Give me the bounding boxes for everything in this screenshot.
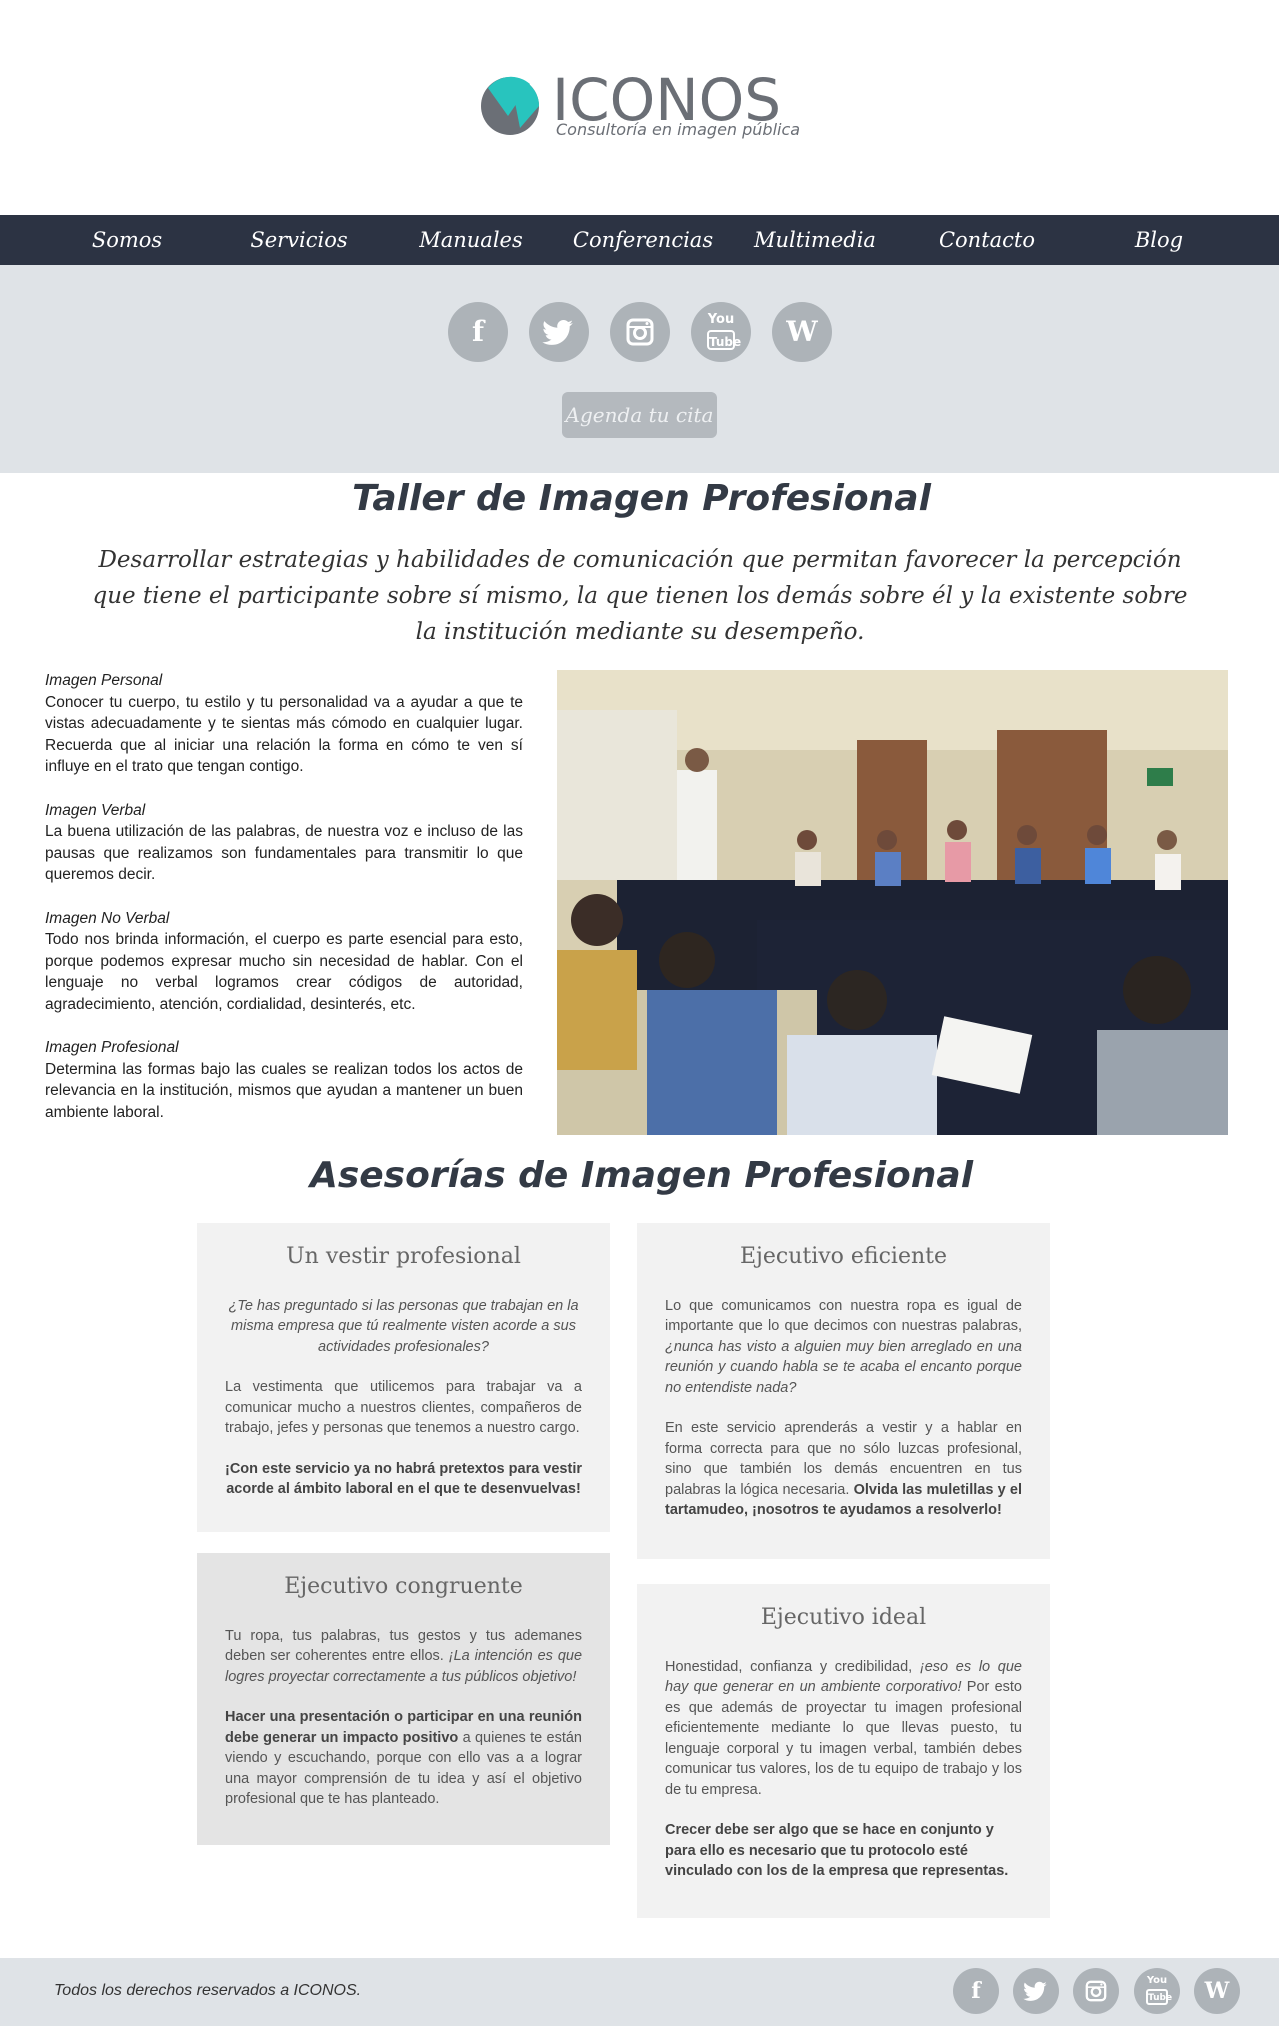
- nav-item-somos[interactable]: Somos: [41, 215, 213, 265]
- topic-imagen-profesional: Imagen Profesional Determina las formas …: [45, 1037, 523, 1123]
- card-paragraph: En este servicio aprenderás a vestir y a…: [665, 1420, 1023, 1518]
- topic-imagen-personal: Imagen Personal Conocer tu cuerpo, tu es…: [45, 670, 523, 778]
- advisory-title: Asesorías de Imagen Profesional: [309, 1155, 974, 1196]
- nav-item-conferencias[interactable]: Conferencias: [557, 215, 729, 265]
- topic-text: Todo nos brinda información, el cuerpo e…: [45, 931, 523, 1013]
- wordpress-icon[interactable]: W: [772, 302, 832, 362]
- card-ejecutivo-ideal: Ejecutivo ideal Honestidad, confianza y …: [637, 1584, 1050, 1918]
- card-vestir-profesional: Un vestir profesional ¿Te has preguntado…: [197, 1223, 610, 1532]
- card-paragraph: Crecer debe ser algo que se hace en conj…: [665, 1822, 1009, 1879]
- footer: Todos los derechos reservados a ICONOS. …: [0, 1958, 1279, 2026]
- card-paragraph: ¡Con este servicio ya no habrá pretextos…: [225, 1460, 582, 1498]
- topic-title: Imagen No Verbal: [45, 909, 170, 927]
- logo-mark-icon: [481, 76, 539, 135]
- card-paragraph: La vestimenta que utilicemos para trabaj…: [225, 1379, 582, 1436]
- card-ejecutivo-eficiente: Ejecutivo eficiente Lo que comunicamos c…: [637, 1223, 1050, 1559]
- nav-item-servicios[interactable]: Servicios: [213, 215, 385, 265]
- twitter-icon[interactable]: [529, 302, 589, 362]
- book-appointment-button[interactable]: Agenda tu cita: [562, 392, 717, 438]
- workshop-topics: Imagen Personal Conocer tu cuerpo, tu es…: [45, 670, 523, 1145]
- topic-text: La buena utilización de las palabras, de…: [45, 823, 523, 883]
- topic-text: Conocer tu cuerpo, tu estilo y tu person…: [45, 693, 523, 776]
- main-nav: Somos Servicios Manuales Conferencias Mu…: [0, 215, 1279, 265]
- nav-item-blog[interactable]: Blog: [1073, 215, 1245, 265]
- topic-imagen-verbal: Imagen Verbal La buena utilización de la…: [45, 800, 523, 886]
- social-band: f You Tube W Agenda tu cita: [0, 265, 1279, 473]
- card-paragraph: ¿Te has preguntado si las personas que t…: [228, 1297, 579, 1355]
- card-title: Ejecutivo eficiente: [739, 1244, 948, 1269]
- nav-item-contacto[interactable]: Contacto: [901, 215, 1073, 265]
- card-paragraph: Lo que comunicamos con nuestra ropa es i…: [665, 1297, 1022, 1396]
- nav-item-manuales[interactable]: Manuales: [385, 215, 557, 265]
- instagram-icon[interactable]: [610, 302, 670, 362]
- copyright-text: Todos los derechos reservados a ICONOS.: [54, 1982, 362, 1999]
- wordpress-icon[interactable]: W: [1194, 1968, 1240, 2014]
- youtube-icon[interactable]: You Tube: [1134, 1968, 1180, 2014]
- facebook-icon[interactable]: f: [953, 1968, 999, 2014]
- card-paragraph: Hacer una presentación o participar en u…: [225, 1709, 582, 1807]
- topic-title: Imagen Profesional: [45, 1039, 179, 1056]
- workshop-title: Taller de Imagen Profesional: [352, 478, 931, 519]
- card-paragraph: Honestidad, confianza y credibilidad, ¡e…: [665, 1658, 1023, 1798]
- workshop-subtitle: Desarrollar estrategias y habilidades de…: [92, 547, 1188, 645]
- topic-text: Determina las formas bajo las cuales se …: [45, 1060, 523, 1121]
- workshop-photo: [557, 670, 1228, 1135]
- card-title: Ejecutivo congruente: [284, 1574, 523, 1599]
- instagram-icon[interactable]: [1073, 1968, 1119, 2014]
- topic-imagen-no-verbal: Imagen No Verbal Todo nos brinda informa…: [45, 908, 523, 1016]
- card-ejecutivo-congruente: Ejecutivo congruente Tu ropa, tus palabr…: [197, 1553, 610, 1845]
- logo-tagline: Consultoría en imagen pública: [556, 120, 801, 139]
- topic-title: Imagen Personal: [45, 672, 163, 689]
- youtube-icon[interactable]: You Tube: [691, 302, 751, 362]
- card-title: Ejecutivo ideal: [760, 1605, 927, 1630]
- facebook-icon[interactable]: f: [448, 302, 508, 362]
- card-title: Un vestir profesional: [286, 1244, 521, 1269]
- nav-item-multimedia[interactable]: Multimedia: [729, 215, 901, 265]
- topic-title: Imagen Verbal: [45, 801, 146, 819]
- twitter-icon[interactable]: [1013, 1968, 1059, 2014]
- brand-logo[interactable]: ICONOS Consultoría en imagen pública: [480, 70, 810, 150]
- card-paragraph: Tu ropa, tus palabras, tus gestos y tus …: [225, 1627, 583, 1685]
